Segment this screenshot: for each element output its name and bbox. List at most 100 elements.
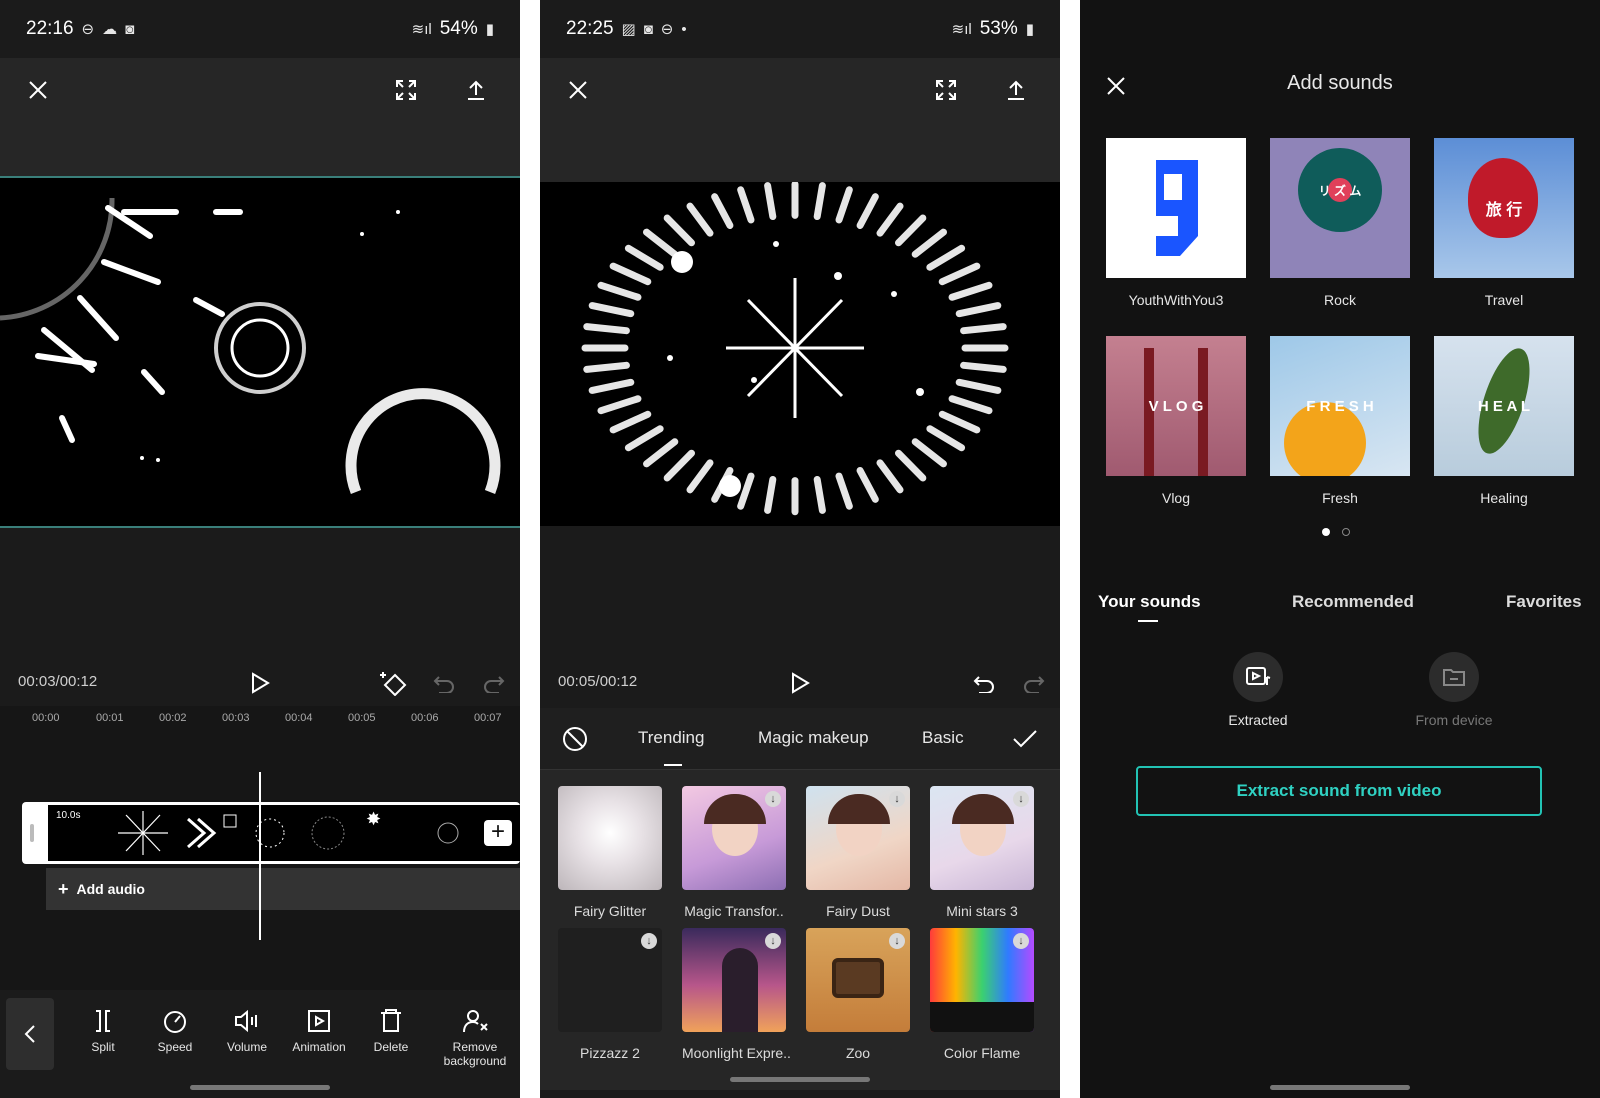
sound-label: Healing	[1480, 490, 1528, 506]
effect-label: Pizzazz 2	[580, 1045, 640, 1061]
effect-item[interactable]: ↓ Mini stars 3	[930, 786, 1034, 919]
clip-thumbnails: ✸	[118, 809, 459, 855]
sound-category[interactable]: リ ズ ム Rock	[1270, 138, 1410, 308]
effect-item[interactable]: ↓ Moonlight Expre..	[682, 928, 791, 1061]
clip-frames: 10.0s ✸	[48, 805, 520, 861]
sound-category[interactable]: 旅 行 Travel	[1434, 138, 1574, 308]
split-button[interactable]: Split	[64, 1008, 142, 1054]
play-icon[interactable]	[784, 667, 816, 699]
ray-stroke	[813, 475, 826, 514]
play-icon[interactable]	[244, 667, 276, 699]
sound-category[interactable]: V L O G Vlog	[1106, 336, 1246, 506]
tool-label: Delete	[373, 1040, 409, 1054]
volume-icon	[235, 1009, 257, 1033]
tab-favorites[interactable]: Favorites	[1506, 592, 1582, 612]
video-preview[interactable]	[0, 176, 520, 528]
extracted-button[interactable]: Extracted	[1198, 652, 1318, 728]
effect-item[interactable]: Fairy Glitter	[558, 786, 662, 919]
tab-basic[interactable]: Basic	[922, 728, 964, 748]
undo-icon[interactable]	[968, 667, 1000, 699]
download-icon[interactable]: ↓	[765, 791, 781, 807]
battery-percent: 53%	[979, 18, 1018, 39]
back-button[interactable]	[6, 998, 54, 1070]
status-bar: 22:25 ▨ ◙ ⊖ • ≋ıl 53% ▮	[540, 0, 1060, 58]
add-audio-label: Add audio	[76, 881, 145, 897]
extract-sound-button[interactable]: Extract sound from video	[1136, 766, 1542, 816]
timeline-ruler: 00:00 00:01 00:02 00:03 00:04 00:05 00:0…	[0, 708, 520, 730]
from-device-button[interactable]: From device	[1394, 652, 1514, 728]
ray-stroke	[926, 425, 966, 452]
video-clip[interactable]: 10.0s ✸ +	[22, 802, 520, 864]
add-audio-button[interactable]: + Add audio	[46, 868, 520, 910]
plus-icon: +	[58, 878, 69, 899]
effect-label: Fairy Dust	[826, 903, 890, 919]
ray-stroke	[663, 214, 696, 247]
dot-icon: •	[681, 20, 687, 38]
speed-button[interactable]: Speed	[136, 1008, 214, 1054]
ruler-tick: 00:02	[159, 712, 187, 724]
remove-background-button[interactable]: Remove background	[432, 1008, 518, 1068]
download-icon[interactable]: ↓	[889, 933, 905, 949]
video-preview[interactable]	[540, 180, 1060, 526]
fullscreen-icon[interactable]	[386, 70, 426, 110]
no-effect-icon[interactable]	[560, 724, 590, 754]
page-dot-active[interactable]	[1322, 528, 1330, 536]
tool-label: Animation	[292, 1040, 346, 1054]
download-icon[interactable]: ↓	[641, 933, 657, 949]
preview-graphic	[581, 180, 1009, 516]
redo-icon[interactable]	[478, 667, 510, 699]
sound-category[interactable]: H E A L Healing	[1434, 336, 1574, 506]
ray-stroke	[955, 302, 1002, 318]
tab-recommended[interactable]: Recommended	[1292, 592, 1414, 612]
tab-your-sounds[interactable]: Your sounds	[1098, 592, 1201, 612]
sound-category[interactable]: YouthWithYou3	[1106, 138, 1246, 308]
close-icon[interactable]	[18, 70, 58, 110]
export-icon[interactable]	[996, 70, 1036, 110]
wifi-signal-icon: ≋ıl	[411, 21, 432, 38]
download-icon[interactable]: ↓	[1013, 933, 1029, 949]
clip-trim-handle[interactable]	[30, 824, 34, 842]
preview-graphic	[0, 197, 501, 495]
animation-icon	[308, 1010, 330, 1032]
effect-label: Mini stars 3	[946, 903, 1018, 919]
tab-magic-makeup[interactable]: Magic makeup	[758, 728, 869, 748]
confirm-check-icon[interactable]	[1010, 724, 1040, 754]
sound-label: YouthWithYou3	[1128, 292, 1224, 308]
animation-button[interactable]: Animation	[280, 1008, 358, 1054]
delete-button[interactable]: Delete	[352, 1008, 430, 1054]
sound-label: Travel	[1484, 292, 1524, 308]
download-icon[interactable]: ↓	[1013, 791, 1029, 807]
effect-item[interactable]: ↓ Magic Transfor..	[682, 786, 786, 919]
effect-thumbnail: ↓	[930, 928, 1034, 1032]
playback-bar: 00:05/00:12	[540, 655, 1060, 711]
effect-item[interactable]: ↓ Fairy Dust	[806, 786, 910, 919]
home-indicator	[1270, 1085, 1410, 1090]
sound-category[interactable]: F R E S H Fresh	[1270, 336, 1410, 506]
download-icon[interactable]: ↓	[889, 791, 905, 807]
pagination-dots	[1322, 528, 1350, 536]
keyframe-icon[interactable]	[376, 667, 412, 699]
volume-button[interactable]: Volume	[208, 1008, 286, 1054]
undo-icon[interactable]	[428, 667, 460, 699]
page-dot[interactable]	[1342, 528, 1350, 536]
effect-item[interactable]: ↓ Pizzazz 2	[558, 928, 662, 1061]
download-icon[interactable]: ↓	[765, 933, 781, 949]
ray-stroke	[609, 410, 652, 434]
close-icon[interactable]	[558, 70, 598, 110]
sound-thumbnail: リ ズ ム	[1270, 138, 1410, 278]
effect-label: Moonlight Expre..	[682, 1045, 791, 1061]
ray-stroke	[948, 281, 993, 301]
effect-item[interactable]: ↓ Color Flame	[930, 928, 1034, 1061]
playhead[interactable]	[259, 772, 261, 940]
effect-item[interactable]: ↓ Zoo	[806, 928, 910, 1061]
effect-thumbnail: ↓	[806, 786, 910, 890]
add-clip-button[interactable]: +	[484, 820, 512, 846]
playback-bar: 00:03/00:12	[0, 655, 520, 711]
sound-label: Vlog	[1161, 490, 1191, 506]
fullscreen-icon[interactable]	[926, 70, 966, 110]
export-icon[interactable]	[456, 70, 496, 110]
tab-trending[interactable]: Trending	[638, 728, 704, 748]
tool-label: Speed	[157, 1040, 193, 1054]
status-time: 22:16	[26, 18, 74, 39]
redo-icon[interactable]	[1018, 667, 1050, 699]
